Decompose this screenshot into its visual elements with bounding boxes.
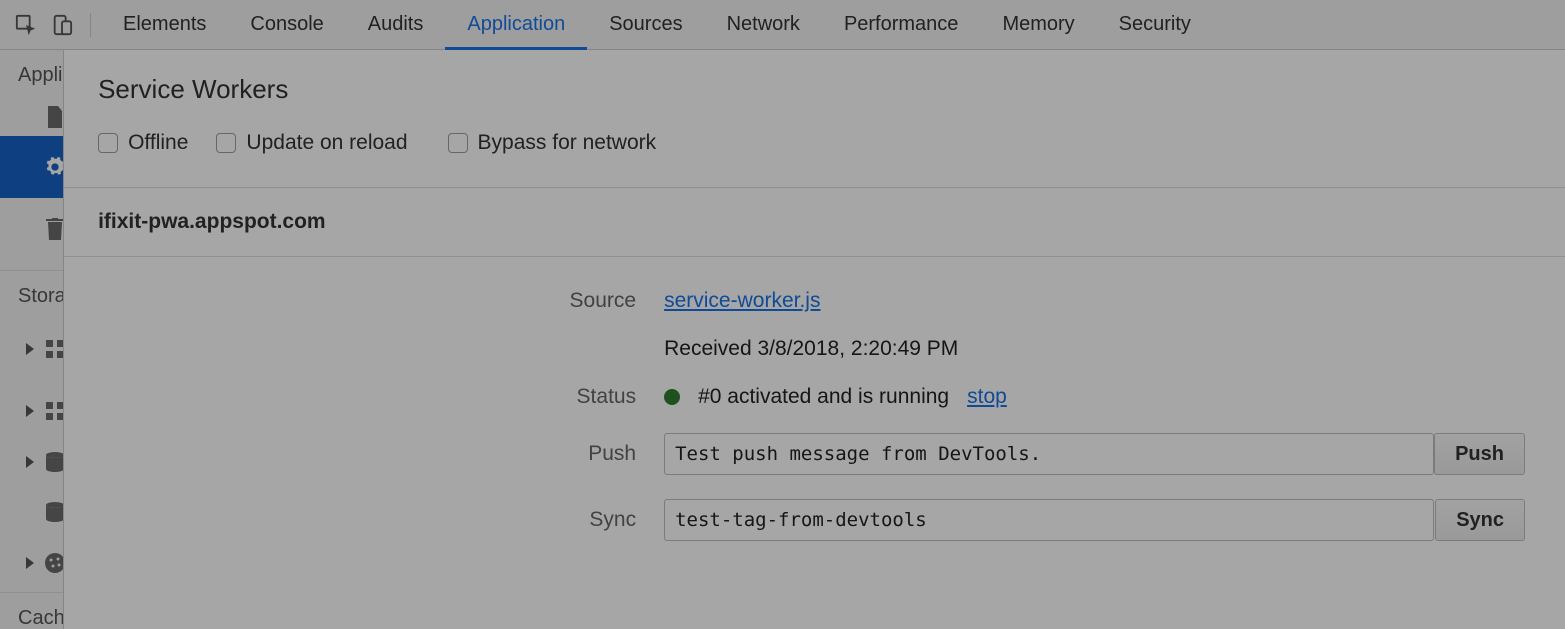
sidebar-section-storage: Storage [0,271,63,318]
checkbox-box [448,133,468,153]
expand-arrow-icon [26,456,34,468]
push-row: Push Push [64,421,1565,487]
tab-audits[interactable]: Audits [346,0,446,49]
sync-label: Sync [84,508,664,532]
expand-arrow-icon [26,557,34,569]
status-label: Status [84,385,664,409]
tab-network[interactable]: Network [705,0,822,49]
toolbar-separator [90,13,91,37]
tab-sources[interactable]: Sources [587,0,704,49]
sync-button[interactable]: Sync [1435,499,1525,541]
gear-icon [44,156,64,178]
checkbox-label: Update on reload [246,131,407,155]
sidebar-section-application: Application [0,50,63,97]
devtools-tabs: Elements Console Audits Application Sour… [101,0,1213,49]
file-icon [44,106,64,128]
tab-elements[interactable]: Elements [101,0,228,49]
tab-console[interactable]: Console [228,0,345,49]
service-worker-details: Source service-worker.js Received 3/8/20… [64,256,1565,553]
source-row: Source service-worker.js [64,277,1565,325]
checkbox-box [216,133,236,153]
tab-memory[interactable]: Memory [980,0,1096,49]
sidebar-item-indexeddb[interactable]: IndexedDB [0,442,63,481]
grid-icon [44,338,64,360]
trash-icon [44,218,64,240]
push-button[interactable]: Push [1434,433,1525,475]
received-text: Received 3/8/2018, 2:20:49 PM [664,337,958,361]
service-workers-panel: Service Workers Offline Update on reload… [64,50,1565,629]
sidebar-item-cookies[interactable]: Cookies [0,543,63,582]
tab-performance[interactable]: Performance [822,0,981,49]
database-icon [44,451,64,473]
database-icon [44,501,64,523]
push-label: Push [84,442,664,466]
sidebar-item-manifest[interactable]: Manifest [0,97,63,136]
sidebar-item-session-storage[interactable]: Session Storage [0,380,63,442]
sidebar-item-service-workers[interactable]: Service Workers [0,136,63,198]
device-toggle-icon[interactable] [44,7,80,43]
sidebar-item-web-sql[interactable]: Web SQL [0,481,63,543]
tab-security[interactable]: Security [1097,0,1213,49]
sidebar-item-clear-storage[interactable]: Clear storage [0,198,63,260]
inspect-element-icon[interactable] [8,7,44,43]
cookie-icon [44,552,64,574]
update-on-reload-checkbox[interactable]: Update on reload [216,131,407,155]
service-worker-options: Offline Update on reload Bypass for netw… [64,123,1565,187]
panel-title: Service Workers [64,74,1565,123]
push-input[interactable] [664,433,1434,475]
devtools-toolbar: Elements Console Audits Application Sour… [0,0,1565,50]
checkbox-box [98,133,118,153]
sidebar-item-local-storage[interactable]: Local Storage [0,318,63,380]
status-dot-icon [664,389,680,405]
status-text: #0 activated and is running [698,385,949,409]
checkbox-label: Bypass for network [478,131,657,155]
source-label: Source [84,289,664,313]
bypass-for-network-checkbox[interactable]: Bypass for network [436,123,669,163]
grid-icon [44,400,64,422]
tab-application[interactable]: Application [445,0,587,49]
sync-input[interactable] [664,499,1434,541]
stop-link[interactable]: stop [967,385,1007,409]
received-row: Received 3/8/2018, 2:20:49 PM [64,325,1565,373]
sync-row: Sync Sync [64,487,1565,553]
offline-checkbox[interactable]: Offline [98,131,188,155]
expand-arrow-icon [26,405,34,417]
application-sidebar: Application Manifest Service Workers Cle… [0,50,64,629]
service-worker-domain: ifixit-pwa.appspot.com [64,187,1565,256]
status-row: Status #0 activated and is running stop [64,373,1565,421]
checkbox-label: Offline [128,131,188,155]
expand-arrow-icon [26,343,34,355]
sidebar-section-cache: Cache [0,593,63,629]
source-link[interactable]: service-worker.js [664,289,820,313]
